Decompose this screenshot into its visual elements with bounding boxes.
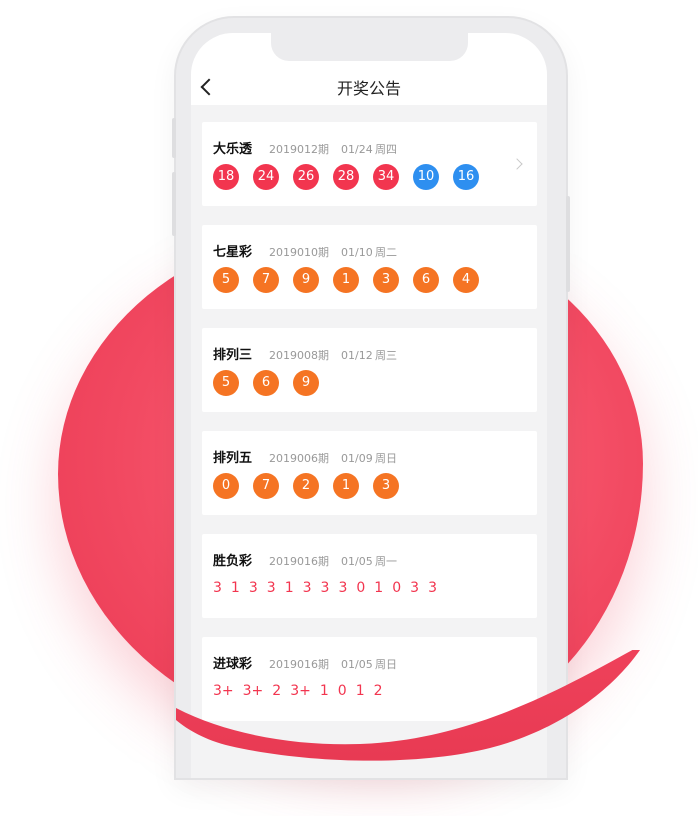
number-ball: 7 xyxy=(253,267,279,293)
lottery-name: 大乐透 xyxy=(213,142,253,157)
lottery-name: 胜负彩 xyxy=(213,554,253,569)
draw-weekday: 周日 xyxy=(375,658,397,671)
phone-button xyxy=(172,172,176,236)
stage: 开奖公告 大乐透 2019012期 01/24 周四 18 24 26 28 34 10 16 七星彩… xyxy=(0,0,698,816)
lottery-name: 七星彩 xyxy=(213,245,253,260)
number-ball: 3 xyxy=(373,267,399,293)
draw-date: 01/05 xyxy=(341,555,373,568)
result-digit: 3 xyxy=(410,580,420,596)
lottery-name: 排列三 xyxy=(213,348,253,363)
card-header: 胜负彩 2019016期 01/05 周一 xyxy=(213,550,397,569)
issue-number: 2019016期 xyxy=(269,658,329,671)
result-digit: 2 xyxy=(373,683,383,699)
issue-number: 2019010期 xyxy=(269,246,329,259)
number-balls: 18 24 26 28 34 10 16 xyxy=(213,164,493,190)
result-digit: 3 xyxy=(428,580,437,596)
number-balls: 5791364 xyxy=(213,267,493,293)
number-ball: 2 xyxy=(293,473,319,499)
number-balls: 07213 xyxy=(213,473,413,499)
number-ball: 5 xyxy=(213,370,239,396)
draw-date: 01/09 xyxy=(341,452,373,465)
number-ball: 5 xyxy=(213,267,239,293)
card-header: 七星彩 2019010期 01/10 周二 xyxy=(213,241,397,260)
result-digits: 3+ 3+ 2 3+ 1 0 1 2 xyxy=(213,683,392,699)
phone-notch xyxy=(271,33,468,61)
result-digit: 1 xyxy=(319,683,329,699)
draw-date: 01/10 xyxy=(341,246,373,259)
lottery-card[interactable]: 排列五 2019006期 01/09 周日 0 7 2 1 3 xyxy=(202,431,537,515)
result-digit: 1 xyxy=(355,683,365,699)
result-digit: 3+ xyxy=(242,683,264,699)
lottery-card[interactable]: 七星彩 2019010期 01/10 周二 5 7 9 1 3 6 4 xyxy=(202,225,537,309)
lottery-card[interactable]: 胜负彩 2019016期 01/05 周一 3 1 3 3 1 3 3 3 0 1 0 3 3 xyxy=(202,534,537,618)
issue-number: 2019006期 xyxy=(269,452,329,465)
number-ball: 18 xyxy=(213,164,239,190)
result-digit: 0 xyxy=(337,683,347,699)
result-digit: 3 xyxy=(302,580,312,596)
number-ball: 34 xyxy=(373,164,399,190)
result-digit: 3 xyxy=(320,580,330,596)
phone-screen: 开奖公告 大乐透 2019012期 01/24 周四 18 24 26 28 34 10 16 七星彩… xyxy=(191,33,547,778)
card-header: 大乐透 2019012期 01/24 周四 xyxy=(213,138,397,157)
number-ball: 24 xyxy=(253,164,279,190)
result-digit: 1 xyxy=(284,580,294,596)
issue-number: 2019016期 xyxy=(269,555,329,568)
draw-weekday: 周四 xyxy=(375,143,397,156)
result-digit: 3 xyxy=(266,580,276,596)
number-ball: 7 xyxy=(253,473,279,499)
card-header: 进球彩 2019016期 01/05 周日 xyxy=(213,653,397,672)
number-ball: 6 xyxy=(253,370,279,396)
draw-date: 01/05 xyxy=(341,658,373,671)
result-digit: 3 xyxy=(248,580,258,596)
card-header: 排列五 2019006期 01/09 周日 xyxy=(213,447,397,466)
page-title: 开奖公告 xyxy=(336,79,401,98)
draw-weekday: 周三 xyxy=(375,349,397,362)
chevron-right-icon[interactable] xyxy=(511,158,523,170)
number-ball: 16 xyxy=(453,164,479,190)
number-ball: 26 xyxy=(293,164,319,190)
lottery-card[interactable]: 排列三 2019008期 01/12 周三 5 6 9 xyxy=(202,328,537,412)
result-digit: 0 xyxy=(392,580,402,596)
draw-date: 01/24 xyxy=(341,143,373,156)
lottery-card[interactable]: 进球彩 2019016期 01/05 周日 3+ 3+ 2 3+ 1 0 1 2 xyxy=(202,637,537,721)
draw-date: 01/12 xyxy=(341,349,373,362)
issue-number: 2019012期 xyxy=(269,143,329,156)
draw-weekday: 周日 xyxy=(375,452,397,465)
result-digit: 3+ xyxy=(290,683,311,699)
lottery-name: 排列五 xyxy=(213,451,253,466)
draw-weekday: 周一 xyxy=(375,555,397,568)
result-digit: 3+ xyxy=(213,683,234,699)
result-digit: 3 xyxy=(213,580,222,596)
number-ball: 6 xyxy=(413,267,439,293)
number-ball: 0 xyxy=(213,473,239,499)
issue-number: 2019008期 xyxy=(269,349,329,362)
number-ball: 9 xyxy=(293,267,319,293)
number-ball: 10 xyxy=(413,164,439,190)
number-ball: 1 xyxy=(333,267,359,293)
card-header: 排列三 2019008期 01/12 周三 xyxy=(213,344,397,363)
phone-button xyxy=(172,118,176,158)
number-balls: 569 xyxy=(213,370,333,396)
number-ball: 4 xyxy=(453,267,479,293)
result-digit: 1 xyxy=(374,580,384,596)
lottery-card[interactable]: 大乐透 2019012期 01/24 周四 18 24 26 28 34 10 16 xyxy=(202,122,537,206)
lottery-name: 进球彩 xyxy=(213,657,253,672)
result-digit: 3 xyxy=(338,580,348,596)
number-ball: 9 xyxy=(293,370,319,396)
draw-weekday: 周二 xyxy=(375,246,397,259)
result-digit: 0 xyxy=(356,580,366,596)
number-ball: 3 xyxy=(373,473,399,499)
result-digit: 2 xyxy=(272,683,282,699)
number-ball: 1 xyxy=(333,473,359,499)
number-ball: 28 xyxy=(333,164,359,190)
result-digit: 1 xyxy=(230,580,240,596)
result-digits: 3133133301033 xyxy=(213,580,446,596)
phone-button xyxy=(566,196,570,292)
